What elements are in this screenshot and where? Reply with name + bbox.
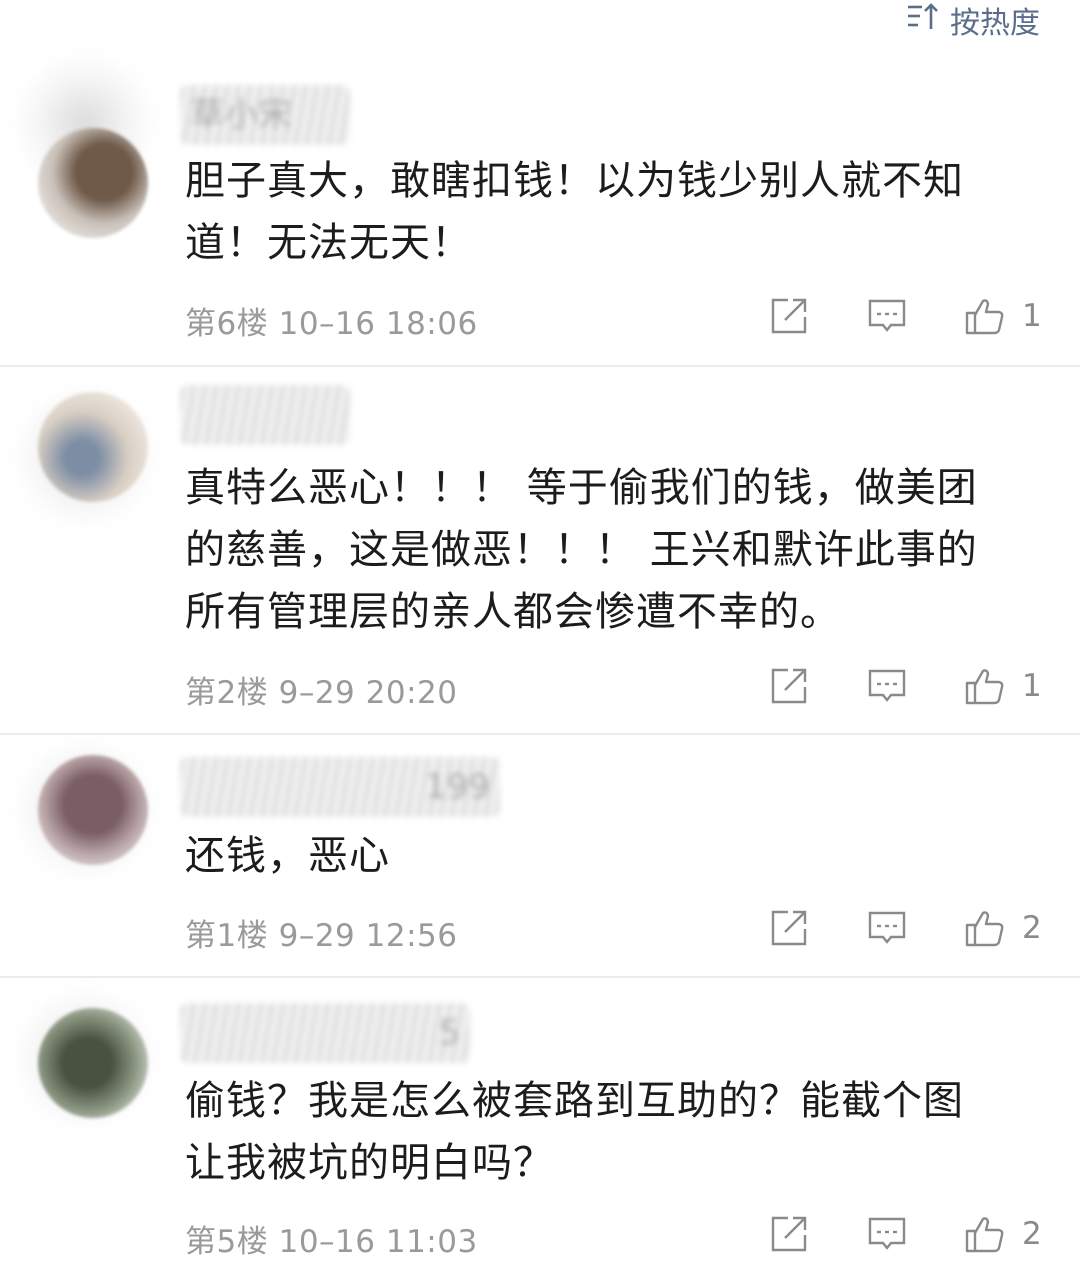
like-count: 1 — [1022, 668, 1042, 704]
timestamp: 10–16 11:03 — [278, 1224, 478, 1260]
comment-item: 199 还钱，恶心 第1楼 9–29 12:56 2 — [0, 735, 1080, 978]
username[interactable] — [180, 385, 350, 445]
comment-text: 胆子真大，敢瞎扣钱！以为钱少别人就不知 道！无法无天！ — [185, 158, 964, 266]
like-count: 1 — [1022, 298, 1042, 334]
reply-icon[interactable] — [866, 907, 908, 949]
comment-meta: 第5楼 10–16 11:03 — [185, 1216, 478, 1261]
floor-label: 第1楼 — [185, 918, 269, 954]
reply-icon[interactable] — [866, 665, 908, 707]
sort-icon — [906, 1, 940, 39]
username[interactable]: 5 — [180, 1003, 470, 1063]
username[interactable]: 199 — [180, 757, 500, 817]
share-icon[interactable] — [768, 665, 810, 707]
floor-label: 第6楼 — [185, 306, 269, 342]
avatar[interactable] — [38, 1008, 148, 1118]
avatar[interactable] — [38, 755, 148, 865]
comment-meta: 第2楼 9–29 20:20 — [185, 667, 457, 712]
share-icon[interactable] — [768, 295, 810, 337]
thumbs-up-icon — [964, 665, 1006, 707]
like-count: 2 — [1022, 910, 1042, 946]
floor-label: 第5楼 — [185, 1224, 269, 1260]
comment-item: 草小宋 胆子真大，敢瞎扣钱！以为钱少别人就不知 道！无法无天！ 第6楼 10–1… — [0, 40, 1080, 367]
like-button[interactable]: 1 — [964, 295, 1042, 337]
comment-meta: 第1楼 9–29 12:56 — [185, 910, 457, 955]
thumbs-up-icon — [964, 295, 1006, 337]
share-icon[interactable] — [768, 907, 810, 949]
share-icon[interactable] — [768, 1213, 810, 1255]
username[interactable]: 草小宋 — [180, 85, 350, 145]
reply-icon[interactable] — [866, 1213, 908, 1255]
floor-label: 第2楼 — [185, 675, 269, 711]
comment-meta: 第6楼 10–16 18:06 — [185, 298, 478, 343]
comment-text: 还钱，恶心 — [185, 833, 390, 879]
reply-icon[interactable] — [866, 295, 908, 337]
comment-text: 偷钱？我是怎么被套路到互助的？能截个图 让我被坑的明白吗？ — [185, 1078, 964, 1186]
comment-item: 真特么恶心！！！ 等于偷我们的钱，做美团 的慈善，这是做恶！！！ 王兴和默许此事… — [0, 367, 1080, 735]
like-button[interactable]: 2 — [964, 1213, 1042, 1255]
thumbs-up-icon — [964, 907, 1006, 949]
timestamp: 10–16 18:06 — [278, 306, 478, 342]
like-button[interactable]: 1 — [964, 665, 1042, 707]
like-button[interactable]: 2 — [964, 907, 1042, 949]
timestamp: 9–29 12:56 — [278, 918, 458, 954]
timestamp: 9–29 20:20 — [278, 675, 458, 711]
sort-label: 按热度 — [950, 6, 1040, 41]
thumbs-up-icon — [964, 1213, 1006, 1255]
like-count: 2 — [1022, 1216, 1042, 1252]
avatar[interactable] — [38, 392, 148, 502]
comment-item: 5 偷钱？我是怎么被套路到互助的？能截个图 让我被坑的明白吗？ 第5楼 10–1… — [0, 978, 1080, 1287]
avatar[interactable] — [38, 128, 148, 238]
sort-by-heat-button[interactable]: 按热度 — [906, 0, 1040, 41]
comment-text: 真特么恶心！！！ 等于偷我们的钱，做美团 的慈善，这是做恶！！！ 王兴和默许此事… — [185, 465, 978, 635]
